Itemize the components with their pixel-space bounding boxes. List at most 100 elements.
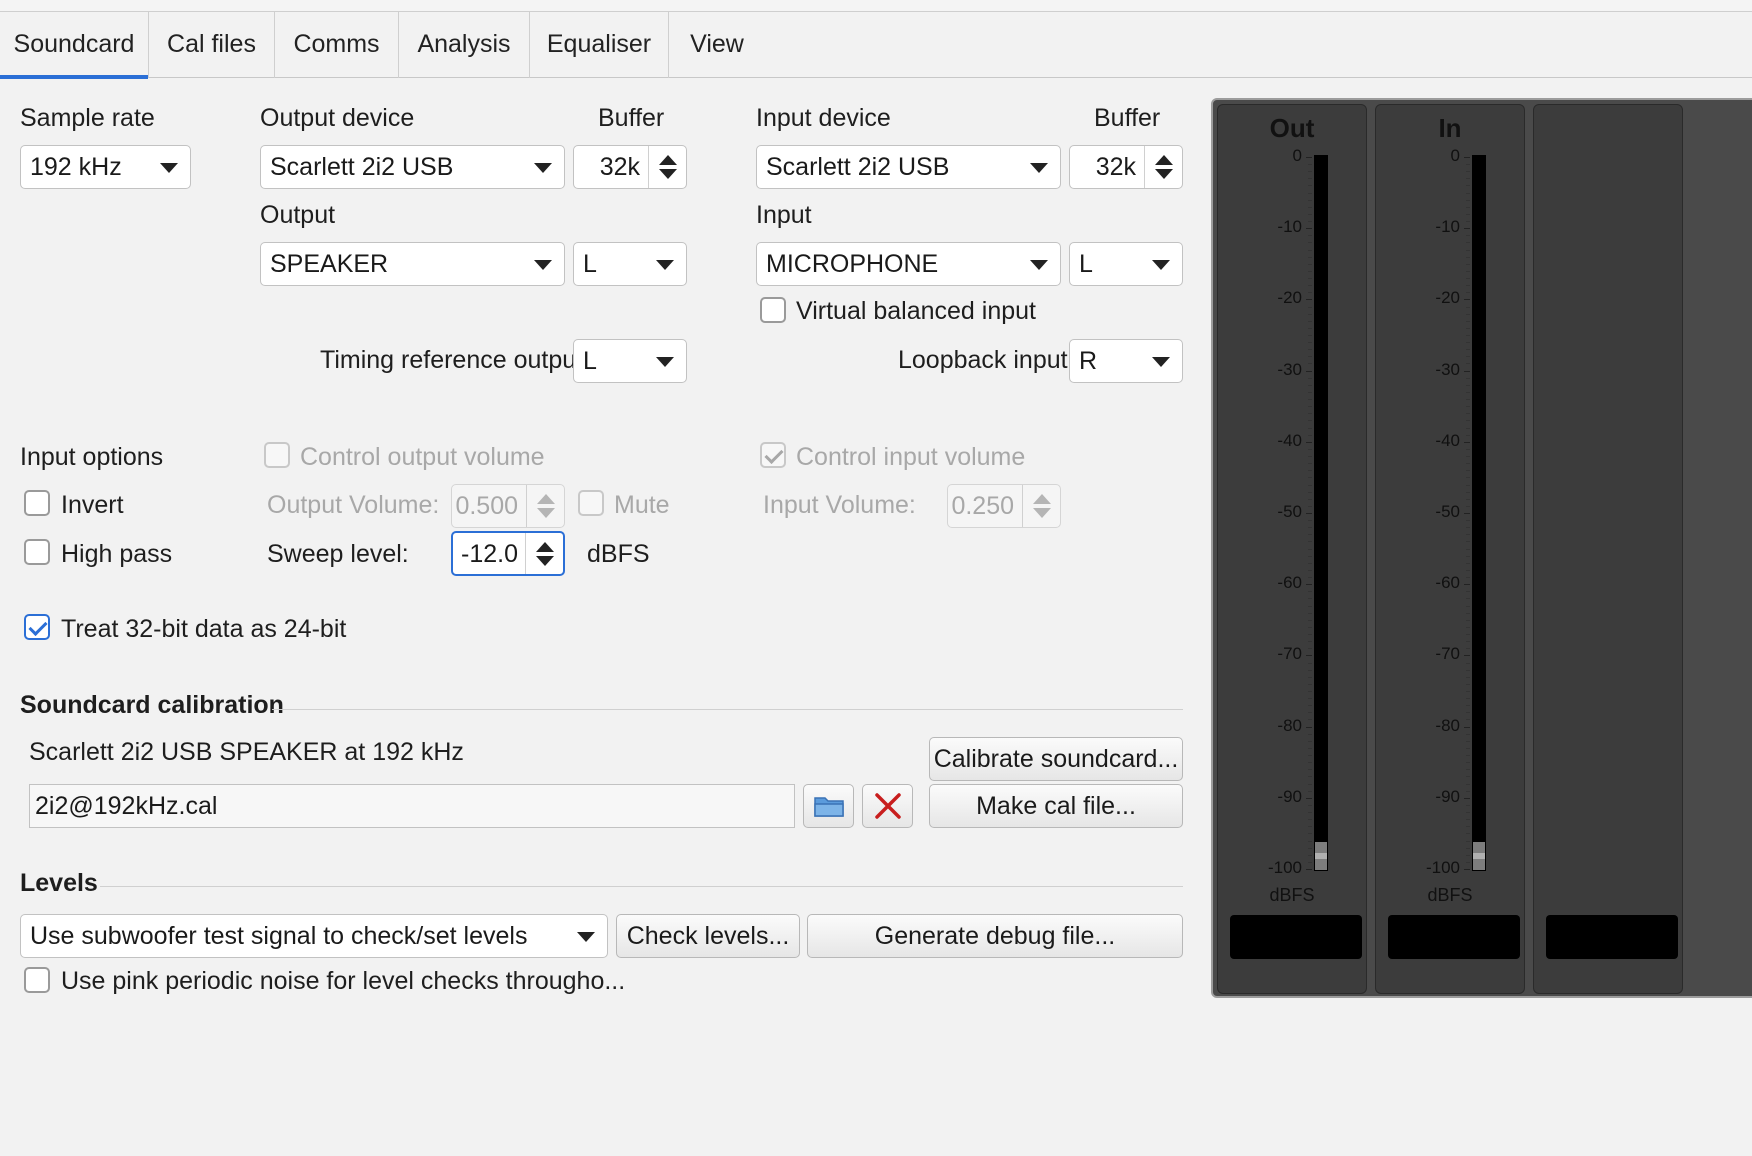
pink-noise-label: Use pink periodic noise for level checks… [61,967,626,995]
meter-minor-tick [1308,662,1312,664]
spin-up-icon[interactable] [1033,494,1051,504]
make-cal-file-button[interactable]: Make cal file... [929,784,1183,828]
control-output-volume-checkbox[interactable] [264,442,290,468]
spinner-buttons[interactable] [1022,485,1060,527]
meter-minor-tick [1466,783,1470,785]
spin-up-icon[interactable] [537,494,555,504]
tab-equaliser[interactable]: Equaliser [530,12,669,78]
meter-minor-tick [1308,548,1312,550]
output-buffer-spinner[interactable]: 32k [573,145,687,189]
mute-checkbox[interactable] [578,490,604,516]
output-device-select[interactable]: Scarlett 2i2 USB [260,145,565,189]
meter-minor-tick [1466,199,1470,201]
meter-minor-tick [1308,406,1312,408]
meter-minor-tick [1466,206,1470,208]
in-meter-unit: dBFS [1427,885,1473,905]
virtual-balanced-checkbox[interactable] [760,297,786,323]
sweep-level-spinner[interactable]: -12.0 [451,531,565,576]
meter-minor-tick [1466,178,1470,180]
spinner-buttons[interactable] [648,146,686,188]
meter-minor-tick [1308,349,1312,351]
meter-tick-mark [1306,513,1312,514]
control-input-volume-checkbox[interactable] [760,442,786,468]
meter-minor-tick [1308,335,1312,336]
input-buffer-value: 32k [1095,153,1136,181]
high-pass-checkbox[interactable] [24,539,50,565]
loopback-input-select[interactable]: R [1069,339,1183,383]
treat-32bit-checkbox[interactable] [24,614,50,640]
loopback-input-value: R [1079,347,1098,375]
check-levels-button[interactable]: Check levels... [616,914,800,958]
meter-minor-tick [1466,740,1470,742]
meter-minor-tick [1308,434,1312,436]
meter-tick-mark [1464,441,1470,443]
input-volume-spinner[interactable]: 0.250 [947,484,1061,528]
spin-up-icon[interactable] [1155,155,1173,165]
cal-file-field[interactable]: 2i2@192kHz.cal [29,784,795,828]
third-meter-readout [1546,915,1678,959]
tab-view[interactable]: View [669,12,765,78]
tab-comms[interactable]: Comms [275,12,399,78]
meter-minor-tick [1308,164,1312,166]
meter-minor-tick [1466,548,1470,550]
meter-minor-tick [1308,598,1312,600]
meter-minor-tick [1308,648,1312,650]
meter-minor-tick [1308,790,1312,792]
spin-down-icon[interactable] [1033,508,1051,518]
spin-down-icon[interactable] [659,169,677,179]
spin-up-icon[interactable] [536,542,554,552]
spin-down-icon[interactable] [1155,169,1173,179]
meter-minor-tick [1466,420,1470,422]
calibrate-soundcard-button[interactable]: Calibrate soundcard... [929,737,1183,781]
timing-reference-select[interactable]: L [573,339,687,383]
input-buffer-label: Buffer [1094,104,1161,132]
output-select[interactable]: SPEAKER [260,242,565,286]
output-volume-spinner[interactable]: 0.500 [451,484,565,528]
spin-up-icon[interactable] [659,155,677,165]
input-select[interactable]: MICROPHONE [756,242,1061,286]
generate-debug-file-button[interactable]: Generate debug file... [807,914,1183,958]
meter-minor-tick [1466,676,1470,678]
meter-tick-label: -10 [1435,217,1460,237]
input-device-select[interactable]: Scarlett 2i2 USB [756,145,1061,189]
meter-minor-tick [1308,327,1312,329]
input-channel-select[interactable]: L [1069,242,1183,286]
meter-minor-tick [1466,192,1470,194]
meter-minor-tick [1308,363,1312,365]
meter-minor-tick [1308,634,1312,636]
spin-down-icon[interactable] [536,556,554,566]
meter-minor-tick [1466,861,1470,863]
pink-noise-checkbox[interactable] [24,967,50,993]
output-channel-select[interactable]: L [573,242,687,286]
meter-minor-tick [1308,783,1312,785]
window-top-strip [0,0,1752,12]
tab-soundcard[interactable]: Soundcard [0,12,149,79]
meter-minor-tick [1466,327,1470,329]
meter-minor-tick [1466,854,1470,856]
meter-tick-mark [1306,299,1312,301]
tab-analysis[interactable]: Analysis [399,12,530,78]
spinner-buttons[interactable] [525,533,563,574]
tab-cal-files[interactable]: Cal files [149,12,275,78]
level-signal-select[interactable]: Use subwoofer test signal to check/set l… [20,914,608,958]
meter-minor-tick [1466,683,1470,685]
spin-down-icon[interactable] [537,508,555,518]
spinner-buttons[interactable] [526,485,564,527]
sweep-level-value[interactable]: -12.0 [461,533,518,575]
meter-minor-tick [1466,591,1470,593]
meter-tick-label: -60 [1435,573,1460,593]
chevron-down-icon [1030,163,1048,173]
spinner-buttons[interactable] [1144,146,1182,188]
meter-minor-tick [1308,747,1312,749]
invert-checkbox[interactable] [24,490,50,516]
sample-rate-select[interactable]: 192 kHz [20,145,191,189]
browse-cal-file-button[interactable] [803,784,854,828]
meter-tick-label: -50 [1435,502,1460,521]
input-buffer-spinner[interactable]: 32k [1069,145,1183,189]
meter-minor-tick [1466,634,1470,636]
mute-label: Mute [614,491,670,519]
chevron-down-icon [534,163,552,173]
meter-minor-tick [1308,847,1312,849]
treat-32bit-label: Treat 32-bit data as 24-bit [61,615,347,643]
clear-cal-file-button[interactable] [862,784,913,828]
